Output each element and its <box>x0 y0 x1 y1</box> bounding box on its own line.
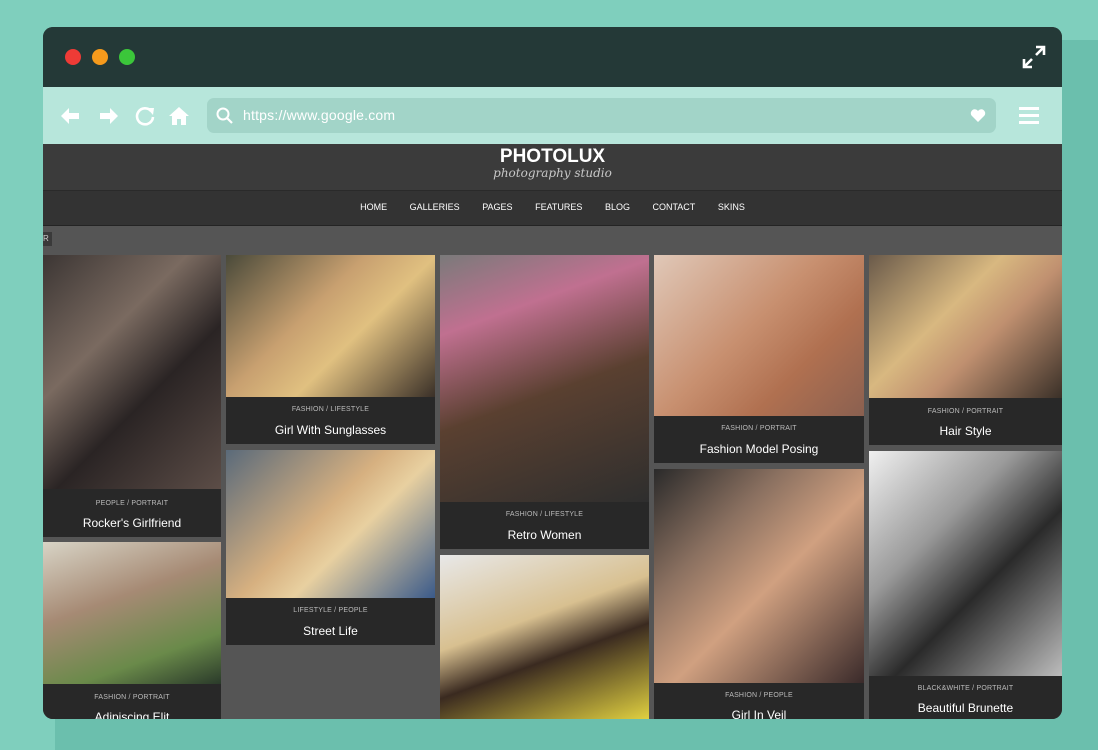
minimize-window-button[interactable] <box>92 49 108 65</box>
photo-thumbnail <box>654 255 864 416</box>
item-category: FASHION / PORTRAIT <box>927 408 1004 415</box>
item-title: Street Life <box>303 624 358 638</box>
item-category: PEOPLE / PORTRAIT <box>95 500 169 507</box>
item-category: FASHION / LIFESTYLE <box>291 406 370 413</box>
item-category: LIFESTYLE / PEOPLE <box>293 607 368 614</box>
menu-item-skins[interactable]: SKINS <box>718 202 745 212</box>
photo-thumbnail <box>869 451 1062 676</box>
reload-icon[interactable] <box>134 105 156 127</box>
home-icon[interactable] <box>168 105 190 127</box>
gallery-item[interactable]: PEOPLE / PORTRAIT Rocker's Girlfriend <box>43 255 221 537</box>
expand-icon[interactable] <box>1022 45 1046 69</box>
gallery-area: R PEOPLE / PORTRAIT Rocker's Girlfriend … <box>43 226 1062 719</box>
gallery-item[interactable]: FASHION / PEOPLE Girl In Veil <box>654 469 864 719</box>
photo-thumbnail <box>43 542 221 684</box>
item-category: FASHION / PEOPLE <box>725 692 793 699</box>
gallery-item[interactable]: BLACK&WHITE / PORTRAIT Beautiful Brunett… <box>869 451 1062 719</box>
photo-thumbnail <box>654 469 864 683</box>
site-header: PHOTOLUX photography studio <box>43 144 1062 191</box>
site-tagline: photography studio <box>493 166 612 180</box>
gallery-item[interactable]: FASHION / LIFESTYLE Girl With Sunglasses <box>226 255 435 444</box>
forward-arrow-icon[interactable] <box>98 105 120 127</box>
item-title: Girl In Veil <box>731 708 787 719</box>
gallery-item[interactable] <box>440 555 649 719</box>
maximize-window-button[interactable] <box>119 49 135 65</box>
menu-item-contact[interactable]: CONTACT <box>652 202 695 212</box>
search-icon <box>216 107 233 124</box>
url-text: https://www.google.com <box>243 107 396 123</box>
browser-window: https://www.google.com PHOTOLUX photogra… <box>43 27 1062 719</box>
menu-item-galleries[interactable]: GALLERIES <box>410 202 460 212</box>
photo-thumbnail <box>440 255 649 502</box>
menu-item-pages[interactable]: PAGES <box>482 202 512 212</box>
browser-toolbar: https://www.google.com <box>43 87 1062 144</box>
item-title: Hair Style <box>939 424 992 438</box>
photo-thumbnail <box>226 450 435 598</box>
item-title: Fashion Model Posing <box>699 442 819 456</box>
item-title: Girl With Sunglasses <box>274 423 387 437</box>
back-arrow-icon[interactable] <box>59 105 81 127</box>
heart-icon[interactable] <box>970 108 986 123</box>
photo-thumbnail <box>440 555 649 719</box>
item-title: Beautiful Brunette <box>917 701 1014 715</box>
item-title: Retro Women <box>507 528 582 542</box>
photo-thumbnail <box>226 255 435 397</box>
hamburger-menu-icon[interactable] <box>1019 105 1039 125</box>
gallery-item[interactable]: LIFESTYLE / PEOPLE Street Life <box>226 450 435 645</box>
site-menu: HOME GALLERIES PAGES FEATURES BLOG CONTA… <box>43 191 1062 226</box>
gallery-item[interactable]: FASHION / PORTRAIT Hair Style <box>869 255 1062 445</box>
menu-item-features[interactable]: FEATURES <box>535 202 582 212</box>
address-bar[interactable]: https://www.google.com <box>207 98 996 133</box>
title-bar <box>43 27 1062 87</box>
filter-tab[interactable]: R <box>43 232 52 246</box>
gallery-item[interactable]: FASHION / PORTRAIT Adipiscing Elit <box>43 542 221 719</box>
item-title: Adipiscing Elit <box>94 710 170 719</box>
photo-thumbnail <box>869 255 1062 398</box>
photo-thumbnail <box>43 255 221 489</box>
gallery-item[interactable]: FASHION / LIFESTYLE Retro Women <box>440 255 649 549</box>
item-category: FASHION / PORTRAIT <box>721 425 797 432</box>
site-logo[interactable]: PHOTOLUX <box>43 146 1062 168</box>
gallery-item[interactable]: FASHION / PORTRAIT Fashion Model Posing <box>654 255 864 463</box>
item-title: Rocker's Girlfriend <box>82 516 182 530</box>
item-category: FASHION / PORTRAIT <box>94 694 170 701</box>
item-category: BLACK&WHITE / PORTRAIT <box>917 685 1014 692</box>
menu-item-blog[interactable]: BLOG <box>605 202 630 212</box>
close-window-button[interactable] <box>65 49 81 65</box>
item-category: FASHION / LIFESTYLE <box>505 511 584 518</box>
menu-item-home[interactable]: HOME <box>360 202 387 212</box>
